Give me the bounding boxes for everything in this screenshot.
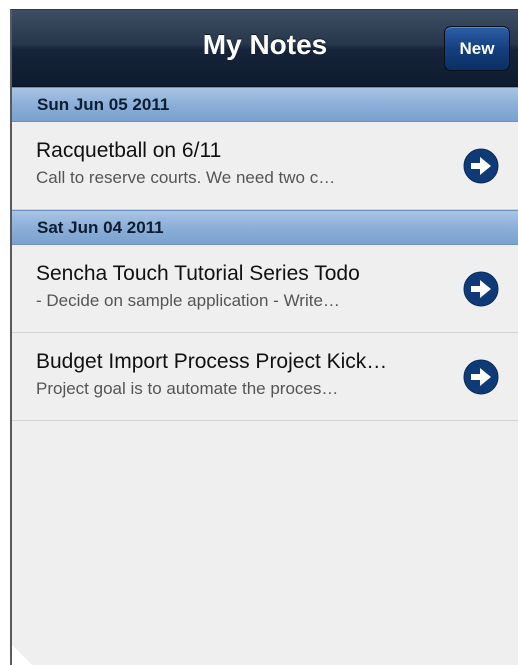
notes-app: My Notes New Sun Jun 05 2011 Racquetball… bbox=[10, 9, 518, 665]
note-snippet: Call to reserve courts. We need two c… bbox=[36, 168, 336, 187]
note-title: Budget Import Process Project Kick… bbox=[36, 350, 388, 373]
note-title: Racquetball on 6/11 bbox=[36, 139, 222, 162]
note-snippet: Project goal is to automate the proces… bbox=[36, 379, 339, 398]
group-header-date: Sun Jun 05 2011 bbox=[12, 87, 518, 122]
note-list-item[interactable]: Budget Import Process Project Kick… Proj… bbox=[12, 333, 518, 421]
page-curl-corner bbox=[12, 645, 32, 665]
page-title: My Notes bbox=[202, 29, 328, 60]
group-header-date: Sat Jun 04 2011 bbox=[12, 210, 518, 245]
note-list-item[interactable]: Sencha Touch Tutorial Series Todo - Deci… bbox=[12, 245, 518, 333]
notes-list: Sun Jun 05 2011 Racquetball on 6/11 Call… bbox=[12, 87, 518, 421]
toolbar: My Notes New bbox=[12, 10, 518, 87]
note-title: Sencha Touch Tutorial Series Todo bbox=[36, 262, 360, 285]
arrow-right-circle-icon[interactable] bbox=[463, 359, 499, 395]
arrow-right-circle-icon[interactable] bbox=[463, 148, 499, 184]
note-list-item[interactable]: Racquetball on 6/11 Call to reserve cour… bbox=[12, 122, 518, 210]
arrow-right-circle-icon[interactable] bbox=[463, 271, 499, 307]
new-note-button[interactable]: New bbox=[444, 26, 510, 71]
note-snippet: - Decide on sample application - Write… bbox=[36, 291, 340, 310]
